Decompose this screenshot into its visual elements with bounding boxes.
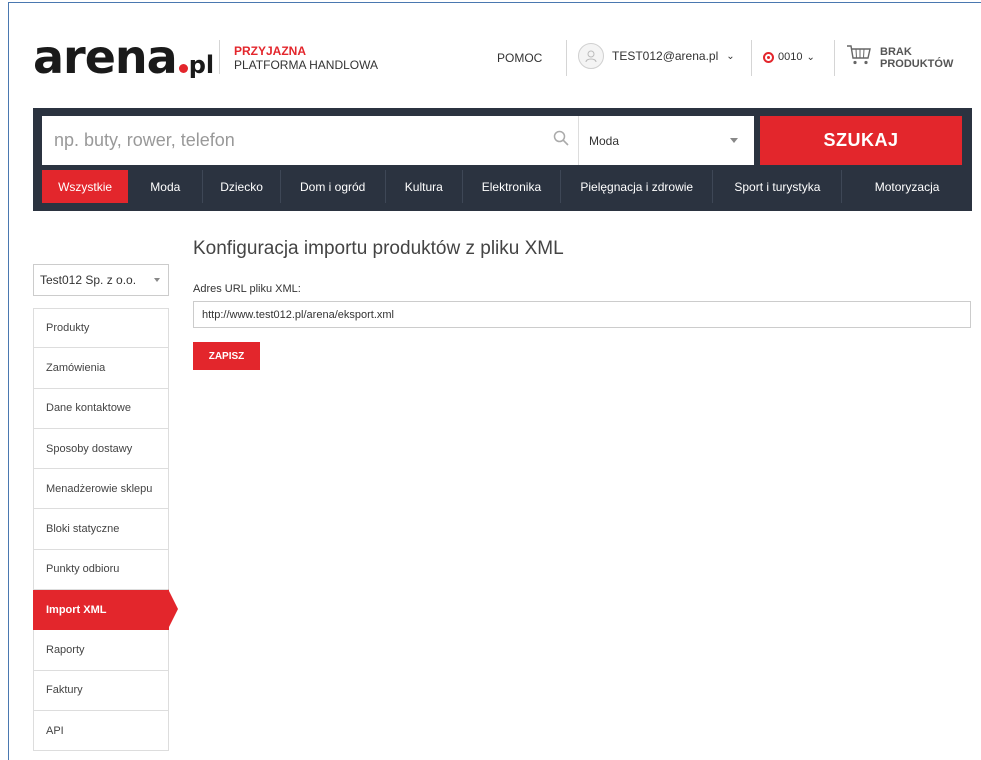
sidebar-item-dane-kontaktowe[interactable]: Dane kontaktowe xyxy=(33,388,169,429)
category-dom-i-ogrod[interactable]: Dom i ogród xyxy=(281,170,386,203)
search-input[interactable] xyxy=(42,116,610,165)
target-icon xyxy=(763,51,774,63)
chevron-down-icon: ⌄ xyxy=(806,51,815,63)
cart-status: BRAK PRODUKTÓW xyxy=(880,46,953,70)
sidebar-item-sposoby-dostawy[interactable]: Sposoby dostawy xyxy=(33,428,169,470)
logo-suffix: pl xyxy=(188,51,215,79)
category-nav: Wszystkie Moda Dziecko Dom i ogród Kultu… xyxy=(33,170,972,203)
category-sport[interactable]: Sport i turystyka xyxy=(713,170,843,203)
category-motoryzacja[interactable]: Motoryzacja xyxy=(842,170,972,203)
points-value: 0010 xyxy=(778,51,803,63)
chevron-down-icon: ⌄ xyxy=(726,50,735,62)
category-kultura[interactable]: Kultura xyxy=(386,170,463,203)
shop-select-value: Test012 Sp. z o.o. xyxy=(40,273,137,287)
divider xyxy=(751,40,752,76)
caret-down-icon xyxy=(154,278,160,282)
sidebar-menu: Produkty Zamówienia Dane kontaktowe Spos… xyxy=(33,308,178,752)
logo-dot xyxy=(178,64,188,73)
url-field-label: Adres URL pliku XML: xyxy=(193,283,301,295)
tagline: PRZYJAZNA PLATFORMA HANDLOWA xyxy=(234,44,378,72)
tagline-line1: PRZYJAZNA xyxy=(234,44,307,58)
shop-select[interactable]: Test012 Sp. z o.o. xyxy=(33,264,169,296)
category-select-value: Moda xyxy=(589,133,620,148)
sidebar-item-bloki-statyczne[interactable]: Bloki statyczne xyxy=(33,509,169,550)
user-email: TEST012@arena.pl xyxy=(612,49,719,63)
save-button[interactable]: ZAPISZ xyxy=(193,342,260,370)
category-elektronika[interactable]: Elektronika xyxy=(463,170,561,203)
divider xyxy=(566,40,567,76)
sidebar-item-zamowienia[interactable]: Zamówienia xyxy=(33,348,169,389)
cart-icon xyxy=(846,44,872,71)
sidebar-item-import-xml[interactable]: Import XML xyxy=(33,589,178,631)
points-menu[interactable]: 0010 ⌄ xyxy=(763,51,815,63)
sidebar-item-punkty-odbioru[interactable]: Punkty odbioru xyxy=(33,549,169,591)
page-title: Konfiguracja importu produktów z pliku X… xyxy=(193,238,564,259)
user-avatar-icon xyxy=(578,43,604,69)
category-select[interactable]: Moda xyxy=(578,116,754,165)
sidebar-item-menadzerowie[interactable]: Menadżerowie sklepu xyxy=(33,469,169,510)
cart-line2: PRODUKTÓW xyxy=(880,57,954,70)
search-icon[interactable] xyxy=(553,130,569,151)
sidebar-item-faktury[interactable]: Faktury xyxy=(33,670,169,711)
logo-text: arena xyxy=(33,30,178,84)
caret-down-icon xyxy=(730,138,738,143)
category-pielegnacja[interactable]: Pielęgnacja i zdrowie xyxy=(561,170,714,203)
sidebar-item-api[interactable]: API xyxy=(33,710,169,752)
category-all[interactable]: Wszystkie xyxy=(42,170,129,203)
xml-url-input[interactable] xyxy=(193,301,971,328)
cart-button[interactable]: BRAK PRODUKTÓW xyxy=(846,44,953,71)
help-link[interactable]: POMOC xyxy=(497,51,542,65)
sidebar-item-produkty[interactable]: Produkty xyxy=(33,308,169,349)
divider xyxy=(834,40,835,76)
sidebar-item-raporty[interactable]: Raporty xyxy=(33,630,169,671)
category-moda[interactable]: Moda xyxy=(128,170,204,203)
cart-line1: BRAK xyxy=(880,45,912,58)
search-navigation-bar: Moda SZUKAJ Wszystkie Moda Dziecko Dom i… xyxy=(33,108,972,211)
arena-logo[interactable]: arena pl xyxy=(33,34,214,80)
user-menu[interactable]: TEST012@arena.pl ⌄ xyxy=(578,43,735,69)
search-button[interactable]: SZUKAJ xyxy=(760,116,962,165)
tagline-divider xyxy=(219,40,220,74)
tagline-line2: PLATFORMA HANDLOWA xyxy=(234,58,379,72)
category-dziecko[interactable]: Dziecko xyxy=(203,170,281,203)
